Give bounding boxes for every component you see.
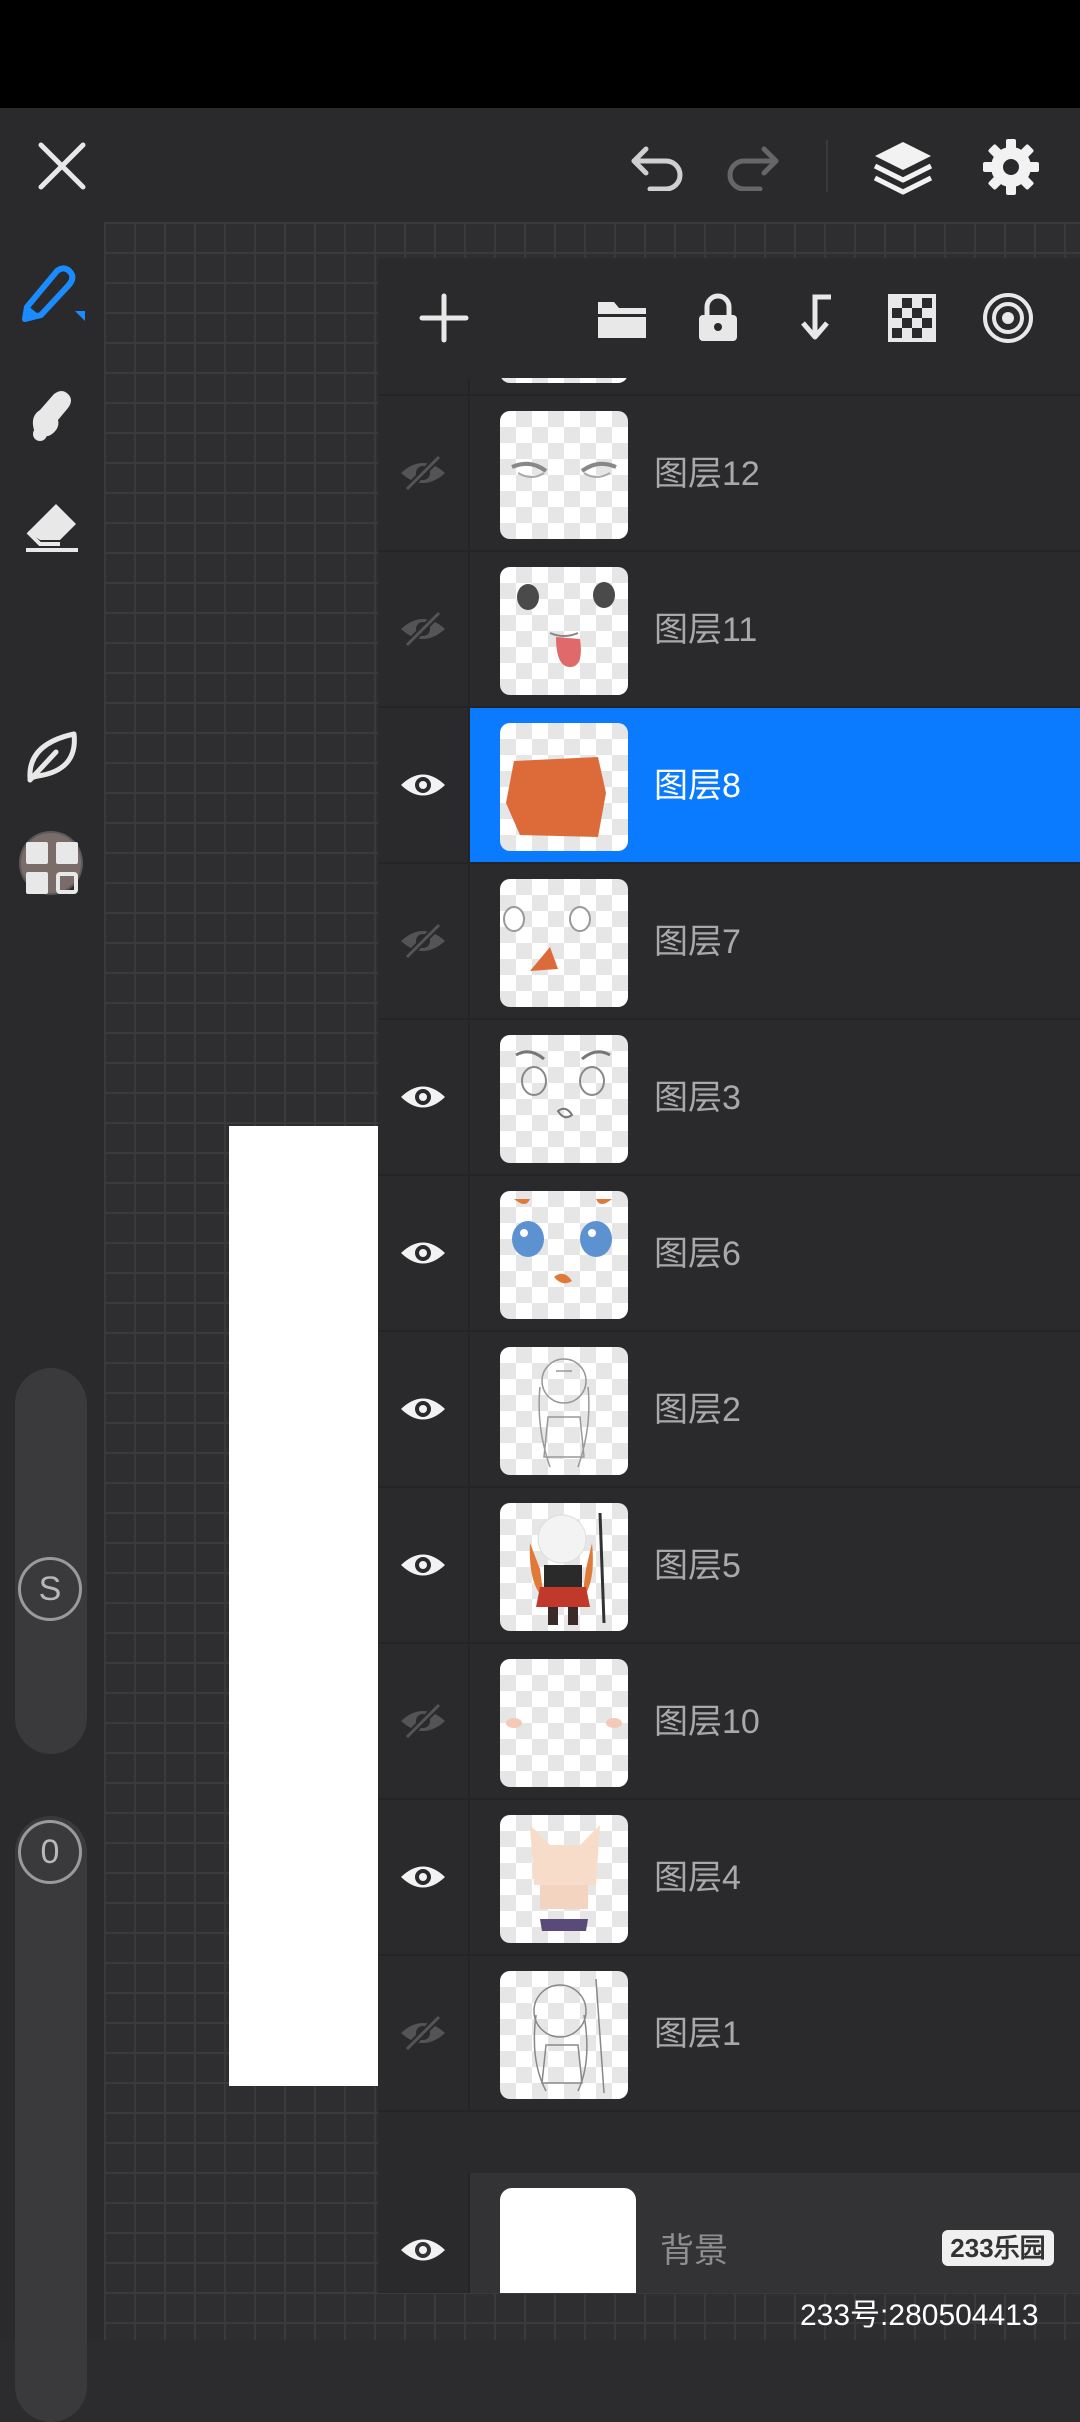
layer-row[interactable]: 图层6 (378, 1176, 1080, 1332)
layer-panel: 图层9图层12图层11图层8图层7图层3图层6图层2图层5图层10图层4图层1 … (378, 258, 1080, 2293)
visibility-toggle[interactable] (378, 2173, 470, 2293)
smudge-icon[interactable] (12, 372, 92, 452)
layer-name: 图层4 (654, 1859, 741, 1897)
eye-off-icon[interactable] (378, 396, 470, 550)
transparency-icon[interactable] (882, 288, 942, 348)
lock-icon[interactable] (688, 288, 748, 348)
layer-thumbnail (500, 1659, 628, 1787)
layer-name: 图层8 (654, 767, 741, 805)
layer-name: 图层2 (654, 1391, 741, 1429)
eye-off-icon[interactable] (378, 1956, 470, 2110)
opacity-knob[interactable]: 0 (18, 1820, 82, 1884)
layer-thumbnail (500, 1815, 628, 1943)
folder-icon[interactable] (592, 288, 652, 348)
layer-row[interactable]: 图层3 (378, 1020, 1080, 1176)
layer-name: 图层10 (654, 1703, 760, 1741)
layer-thumbnail (500, 879, 628, 1007)
eye-icon[interactable] (378, 708, 470, 862)
layer-name: 图层7 (654, 923, 741, 961)
layer-thumbnail (500, 2188, 636, 2293)
eye-off-icon[interactable] (378, 864, 470, 1018)
layer-row[interactable]: 图层2 (378, 1332, 1080, 1488)
layer-row[interactable]: 图层8 (378, 708, 1080, 864)
eye-icon[interactable] (378, 1332, 470, 1486)
layer-thumbnail (500, 1971, 628, 2099)
layer-panel-header (378, 258, 1080, 378)
layer-row[interactable]: 图层10 (378, 1644, 1080, 1800)
layer-thumbnail (500, 411, 628, 539)
layer-name: 背景 (660, 2232, 728, 2270)
eye-icon[interactable] (378, 1488, 470, 1642)
eraser-icon[interactable] (12, 484, 92, 564)
brush-size-knob[interactable]: S (18, 1557, 82, 1621)
layer-row[interactable]: 图层1 (378, 1956, 1080, 2112)
layer-name: 图层3 (654, 1079, 741, 1117)
eye-icon[interactable] (378, 1176, 470, 1330)
layers-icon[interactable] (868, 136, 938, 200)
pencil-icon[interactable] (12, 254, 92, 334)
opacity-slider[interactable] (15, 1816, 87, 2422)
layer-thumbnail (500, 723, 628, 851)
undo-icon[interactable] (622, 136, 692, 196)
tool-sidebar: S 0 (0, 222, 104, 2422)
layer-row[interactable]: 图层4 (378, 1800, 1080, 1956)
redo-icon[interactable] (718, 136, 788, 196)
layer-thumbnail (500, 1191, 628, 1319)
layer-thumbnail (500, 1035, 628, 1163)
layer-row[interactable]: 图层12 (378, 396, 1080, 552)
layer-row[interactable]: 图层11 (378, 552, 1080, 708)
merge-down-icon[interactable] (786, 288, 846, 348)
eye-off-icon[interactable] (378, 1644, 470, 1798)
layer-name: 图层5 (654, 1547, 741, 1585)
eye-icon[interactable] (378, 1800, 470, 1954)
status-bar (0, 0, 1080, 108)
close-icon[interactable] (30, 136, 94, 196)
eye-off-icon[interactable] (378, 552, 470, 706)
layer-thumbnail (500, 1347, 628, 1475)
layer-name: 图层1 (654, 2015, 741, 2053)
toolbar-separator (826, 140, 828, 192)
add-layer-icon[interactable] (414, 288, 474, 348)
settings-icon[interactable] (978, 134, 1044, 200)
layer-name: 图层11 (654, 611, 758, 649)
layer-thumbnail (500, 567, 628, 695)
target-icon[interactable] (978, 288, 1038, 348)
layer-row[interactable]: 图层7 (378, 864, 1080, 1020)
layer-row[interactable]: 图层5 (378, 1488, 1080, 1644)
watermark-text: 233号:280504413 (800, 2299, 1039, 2332)
leaf-icon[interactable] (12, 716, 92, 796)
watermark-logo: 233乐园 (942, 2230, 1054, 2266)
layer-thumbnail (500, 1503, 628, 1631)
eye-icon[interactable] (378, 1020, 470, 1174)
layer-name: 图层6 (654, 1235, 741, 1273)
grid-icon[interactable] (12, 828, 92, 908)
layer-name: 图层12 (654, 455, 760, 493)
